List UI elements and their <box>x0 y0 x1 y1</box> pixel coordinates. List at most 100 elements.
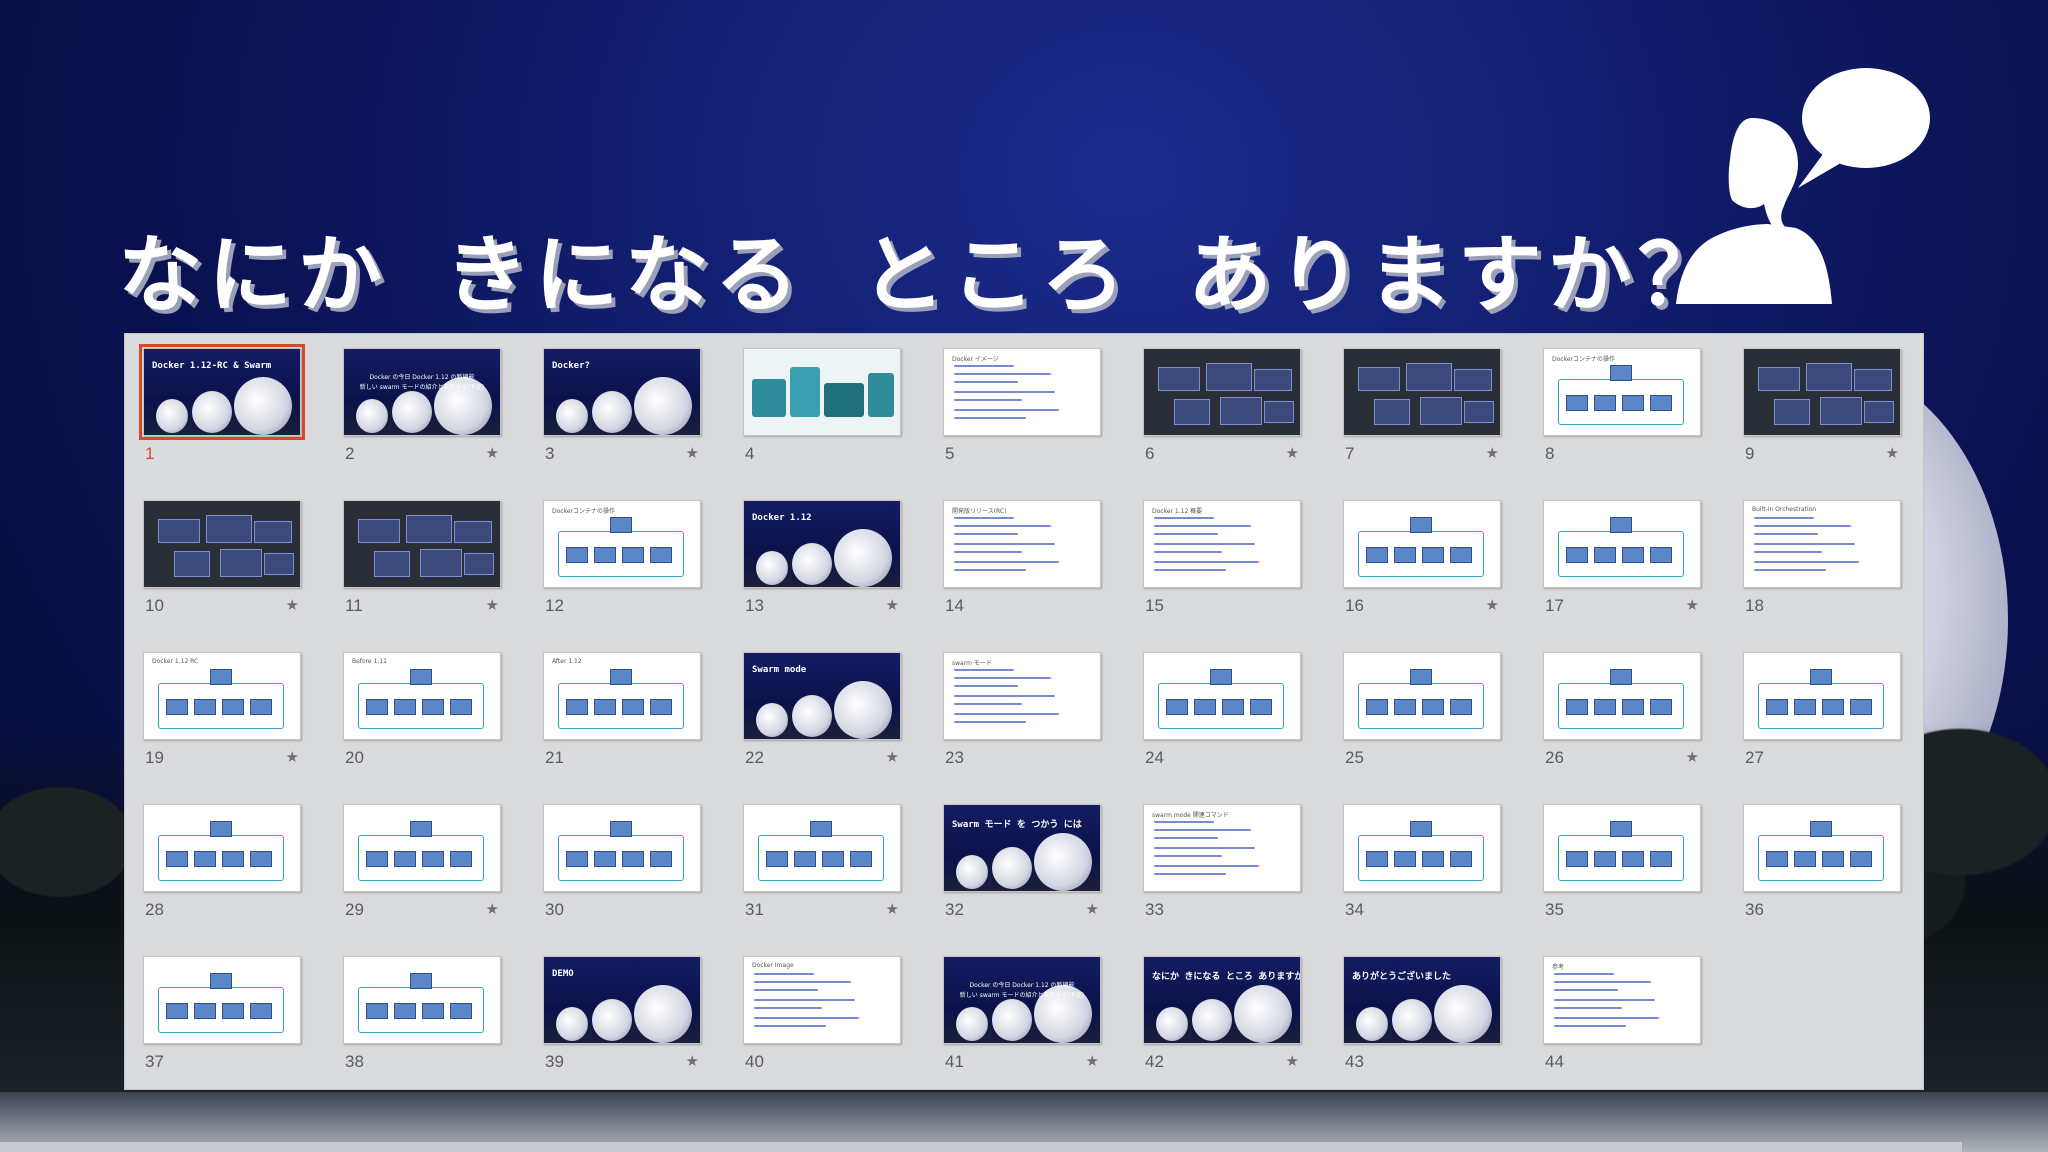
slide-preview[interactable]: Docker 1.12 概要 <box>1143 500 1301 588</box>
slide-thumbnail-14[interactable]: 開発版リリース(RC) 14 <box>943 500 1101 638</box>
slide-preview[interactable]: Dockerコンテナの操作 <box>543 500 701 588</box>
slide-preview[interactable] <box>1543 652 1701 740</box>
slide-thumbnail-16[interactable]: 16 ★ <box>1343 500 1501 638</box>
slide-thumbnail-33[interactable]: swarm mode 関連コマンド 33 <box>1143 804 1301 942</box>
slide-thumbnail-15[interactable]: Docker 1.12 概要 15 <box>1143 500 1301 638</box>
slide-preview[interactable]: ありがとうございました <box>1343 956 1501 1044</box>
slide-thumbnail-44[interactable]: 参考 44 <box>1543 956 1701 1094</box>
slide-preview[interactable]: Docker イメージ <box>943 348 1101 436</box>
diagram-block <box>822 851 844 867</box>
slide-thumbnail-32[interactable]: Swarm モード を つかう には 32 ★ <box>943 804 1101 942</box>
slide-thumbnail-31[interactable]: 31 ★ <box>743 804 901 942</box>
dish-graphic <box>756 551 788 585</box>
slide-thumbnail-1[interactable]: Docker 1.12-RC & Swarm 1 <box>139 344 305 486</box>
diagram-block <box>1374 399 1410 425</box>
slide-preview[interactable] <box>1743 804 1901 892</box>
slide-preview[interactable]: Built-in Orchestration <box>1743 500 1901 588</box>
slide-preview[interactable]: なにか きになる ところ ありますか？ <box>1143 956 1301 1044</box>
slide-thumbnail-35[interactable]: 35 <box>1543 804 1701 942</box>
slide-preview[interactable] <box>743 348 901 436</box>
slide-thumbnail-28[interactable]: 28 <box>143 804 301 942</box>
slide-thumbnail-2[interactable]: Docker の今日 Docker 1.12 の新機能 新しい swarm モード… <box>343 348 501 486</box>
slide-preview[interactable]: swarm mode 関連コマンド <box>1143 804 1301 892</box>
slide-preview[interactable]: Docker の今日 Docker 1.12 の新機能 新しい swarm モード… <box>943 956 1101 1044</box>
infographic-shape <box>790 367 820 417</box>
slide-preview[interactable] <box>1543 500 1701 588</box>
slide-preview[interactable] <box>143 804 301 892</box>
slide-thumbnail-12[interactable]: Dockerコンテナの操作 12 <box>543 500 701 638</box>
slide-thumbnail-40[interactable]: Docker Image 40 <box>743 956 901 1094</box>
slide-thumbnail-39[interactable]: DEMO 39 ★ <box>543 956 701 1094</box>
slide-preview[interactable]: Docker Image <box>743 956 901 1044</box>
slide-preview[interactable]: Docker 1.12 RC <box>143 652 301 740</box>
slide-thumbnail-6[interactable]: 6 ★ <box>1143 348 1301 486</box>
slide-preview[interactable] <box>143 956 301 1044</box>
slide-preview[interactable]: Docker 1.12 <box>743 500 901 588</box>
diagram-block <box>406 515 452 543</box>
slide-preview[interactable]: 参考 <box>1543 956 1701 1044</box>
star-icon: ★ <box>285 748 299 766</box>
slide-preview[interactable]: Docker 1.12-RC & Swarm <box>139 344 305 440</box>
star-icon: ★ <box>1085 1052 1099 1070</box>
slide-thumbnail-38[interactable]: 38 <box>343 956 501 1094</box>
slide-preview[interactable] <box>343 804 501 892</box>
slide-thumbnail-8[interactable]: Dockerコンテナの操作 8 <box>1543 348 1701 486</box>
diagram-block <box>650 851 672 867</box>
slide-preview[interactable]: Swarm モード を つかう には <box>943 804 1101 892</box>
slide-preview[interactable] <box>543 804 701 892</box>
slide-preview[interactable] <box>343 956 501 1044</box>
dish-graphic <box>834 529 892 587</box>
slide-preview[interactable] <box>1743 652 1901 740</box>
slide-thumbnail-11[interactable]: 11 ★ <box>343 500 501 638</box>
slide-preview[interactable]: Swarm mode <box>743 652 901 740</box>
slide-preview[interactable] <box>1743 348 1901 436</box>
slide-preview[interactable] <box>1343 804 1501 892</box>
slide-preview[interactable]: DEMO <box>543 956 701 1044</box>
slide-thumbnail-24[interactable]: 24 <box>1143 652 1301 790</box>
slide-thumbnail-19[interactable]: Docker 1.12 RC 19 ★ <box>143 652 301 790</box>
slide-preview[interactable] <box>1343 348 1501 436</box>
slide-preview[interactable] <box>143 500 301 588</box>
slide-thumbnail-20[interactable]: Before 1.11 20 <box>343 652 501 790</box>
slide-thumbnail-5[interactable]: Docker イメージ 5 <box>943 348 1101 486</box>
slide-thumbnail-29[interactable]: 29 ★ <box>343 804 501 942</box>
slide-thumbnail-22[interactable]: Swarm mode 22 ★ <box>743 652 901 790</box>
slide-preview[interactable]: swarm モード <box>943 652 1101 740</box>
slide-thumbnail-25[interactable]: 25 <box>1343 652 1501 790</box>
slide-thumbnail-43[interactable]: ありがとうございました 43 <box>1343 956 1501 1094</box>
slide-preview[interactable] <box>343 500 501 588</box>
slide-thumbnail-34[interactable]: 34 <box>1343 804 1501 942</box>
slide-thumbnail-37[interactable]: 37 <box>143 956 301 1094</box>
slide-preview[interactable] <box>743 804 901 892</box>
slide-preview[interactable] <box>1343 652 1501 740</box>
diagram-block <box>794 851 816 867</box>
slide-thumbnail-17[interactable]: 17 ★ <box>1543 500 1701 638</box>
slide-preview[interactable]: Before 1.11 <box>343 652 501 740</box>
slide-thumbnail-4[interactable]: 4 <box>743 348 901 486</box>
slide-thumbnail-27[interactable]: 27 <box>1743 652 1901 790</box>
slide-thumbnail-23[interactable]: swarm モード 23 <box>943 652 1101 790</box>
slide-thumbnail-9[interactable]: 9 ★ <box>1743 348 1901 486</box>
slide-preview[interactable]: After 1.12 <box>543 652 701 740</box>
star-icon: ★ <box>1485 444 1499 462</box>
slide-thumbnail-18[interactable]: Built-in Orchestration 18 <box>1743 500 1901 638</box>
slide-preview[interactable] <box>1543 804 1701 892</box>
slide-thumbnail-26[interactable]: 26 ★ <box>1543 652 1701 790</box>
slide-thumbnail-42[interactable]: なにか きになる ところ ありますか？ 42 ★ <box>1143 956 1301 1094</box>
slide-thumbnail-7[interactable]: 7 ★ <box>1343 348 1501 486</box>
slide-preview[interactable]: Docker? <box>543 348 701 436</box>
slide-preview[interactable]: Docker の今日 Docker 1.12 の新機能 新しい swarm モード… <box>343 348 501 436</box>
slide-preview[interactable]: 開発版リリース(RC) <box>943 500 1101 588</box>
bottom-scrollbar[interactable] <box>0 1142 1962 1152</box>
slide-thumbnail-13[interactable]: Docker 1.12 13 ★ <box>743 500 901 638</box>
slide-thumbnail-3[interactable]: Docker? 3 ★ <box>543 348 701 486</box>
slide-preview[interactable] <box>1143 652 1301 740</box>
slide-thumbnail-30[interactable]: 30 <box>543 804 701 942</box>
slide-preview[interactable]: Dockerコンテナの操作 <box>1543 348 1701 436</box>
slide-thumbnail-41[interactable]: Docker の今日 Docker 1.12 の新機能 新しい swarm モード… <box>943 956 1101 1094</box>
slide-preview[interactable] <box>1343 500 1501 588</box>
slide-thumbnail-10[interactable]: 10 ★ <box>143 500 301 638</box>
slide-thumbnail-36[interactable]: 36 <box>1743 804 1901 942</box>
slide-thumbnail-21[interactable]: After 1.12 21 <box>543 652 701 790</box>
slide-preview[interactable] <box>1143 348 1301 436</box>
